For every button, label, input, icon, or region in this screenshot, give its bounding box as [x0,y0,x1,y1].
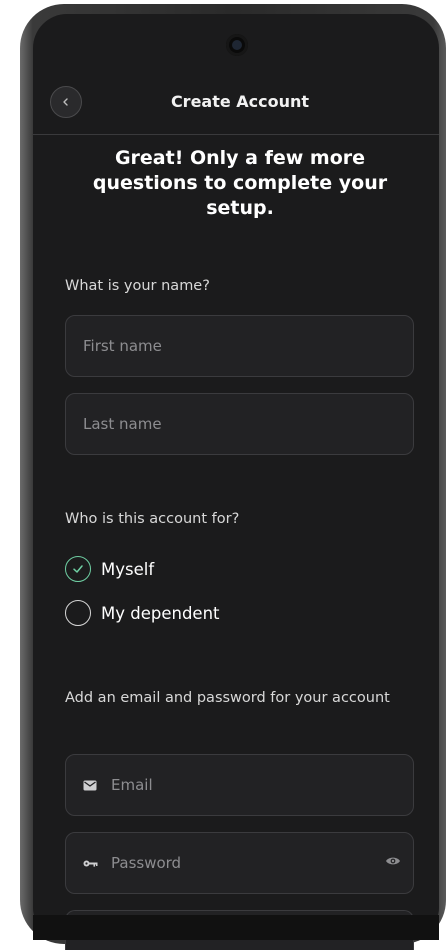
radio-label-dependent: My dependent [101,603,220,623]
account-for-label: Who is this account for? [65,511,240,527]
header-divider [33,134,439,135]
chevron-left-icon [61,97,71,107]
key-icon [83,859,101,868]
eye-icon[interactable] [385,855,401,867]
name-section-label: What is your name? [65,278,210,294]
last-name-field[interactable]: Last name [65,393,414,455]
radio-option-dependent[interactable]: My dependent [65,600,220,626]
back-button[interactable] [50,86,82,118]
envelope-icon [83,780,101,791]
radio-unchecked-icon[interactable] [65,600,91,626]
radio-label-myself: Myself [101,559,155,579]
last-name-placeholder: Last name [83,415,162,433]
credentials-label: Add an email and password for your accou… [65,690,390,706]
front-camera [226,34,248,56]
setup-headline: Great! Only a few more questions to comp… [92,147,388,219]
first-name-placeholder: First name [83,337,162,355]
password-field[interactable]: Password [65,832,414,894]
email-field[interactable]: Email [65,754,414,816]
page-title: Create Account [170,92,310,111]
password-placeholder: Password [111,854,182,872]
first-name-field[interactable]: First name [65,315,414,377]
phone-bottom-bezel [33,915,439,940]
radio-option-myself[interactable]: Myself [65,556,154,582]
radio-checked-icon[interactable] [65,556,91,582]
email-placeholder: Email [111,776,153,794]
